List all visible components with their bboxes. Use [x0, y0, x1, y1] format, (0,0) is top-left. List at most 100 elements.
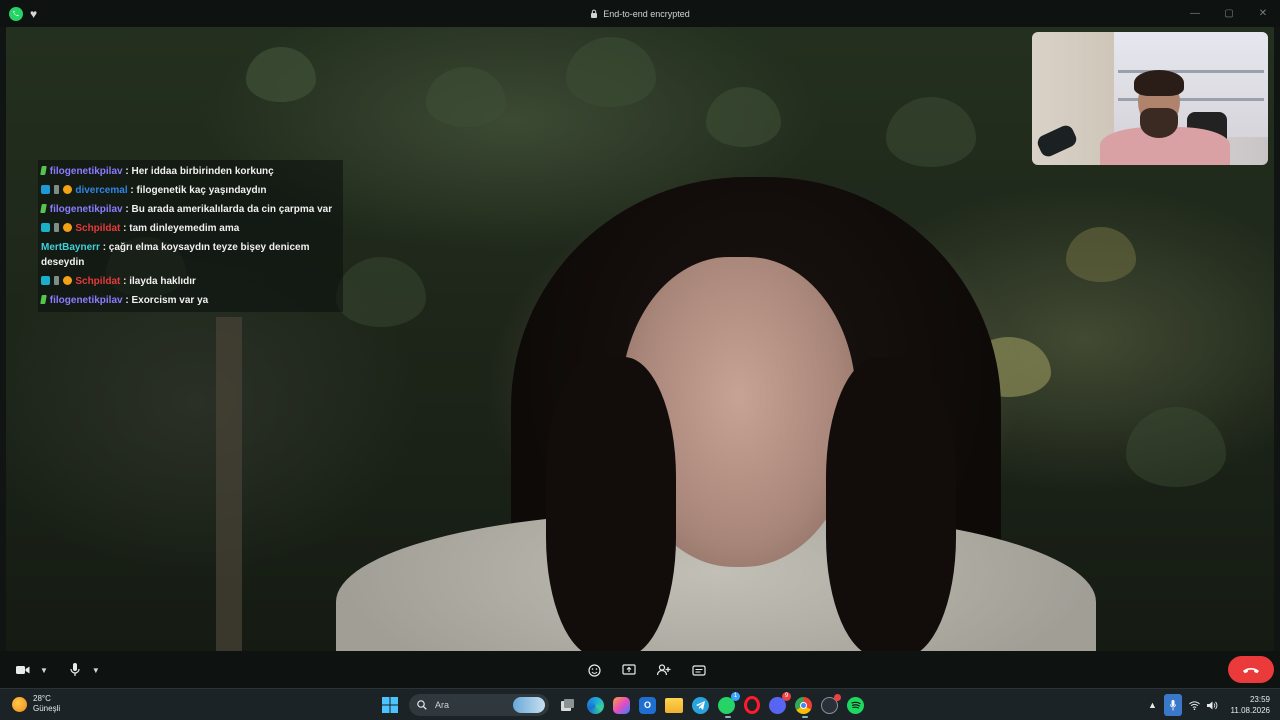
chat-username: Schpildat [75, 223, 121, 234]
search-highlight-image [513, 697, 545, 713]
copilot-icon[interactable] [613, 696, 630, 714]
chat-overlay: filogenetikpilav : Her iddaa birbirinden… [38, 160, 343, 312]
screen-share-icon[interactable] [618, 659, 640, 681]
chat-message: filogenetikpilav : Exorcism var ya [38, 291, 343, 310]
chat-username: MertBaynerr [41, 242, 100, 253]
chat-text: : Her iddaa birbirinden korkunç [125, 166, 274, 177]
lock-icon [591, 9, 598, 18]
maximize-button[interactable]: ▢ [1212, 0, 1246, 27]
notification-badge: 9 [782, 691, 791, 701]
microphone [1035, 123, 1079, 159]
person-hair [826, 357, 956, 651]
whatsapp-icon[interactable]: 1 [718, 691, 740, 718]
chat-text: : ilayda haklıdır [123, 276, 196, 287]
badge-icon [40, 295, 47, 304]
outlook-icon[interactable]: O [639, 696, 656, 714]
badge-icon [41, 223, 50, 232]
add-person-icon[interactable] [653, 659, 675, 681]
start-icon[interactable] [380, 695, 400, 715]
end-call-icon [1243, 667, 1259, 673]
background-foliage [336, 257, 426, 327]
badge-icon [62, 223, 72, 232]
badge-icon [41, 276, 50, 285]
chat-username: filogenetikpilav [49, 295, 123, 306]
chat-text: : Exorcism var ya [125, 295, 209, 306]
search-placeholder: Ara [435, 700, 450, 710]
person-hair [1134, 70, 1184, 96]
chat-text: : filogenetik kaç yaşındaydın [130, 185, 267, 196]
person-hair [546, 357, 676, 651]
end-call-button[interactable] [1228, 656, 1274, 683]
chat-message: filogenetikpilav : Bu arada amerikalılar… [38, 200, 343, 219]
search-icon [417, 700, 427, 710]
background-foliage [1066, 227, 1136, 282]
steam-icon[interactable] [821, 693, 841, 714]
discord-icon[interactable]: 9 [769, 691, 791, 714]
taskbar-clock[interactable]: 23:59 11.08.2026 [1226, 694, 1270, 716]
sun-icon [12, 696, 27, 712]
background-foliage [246, 47, 316, 102]
microphone-in-use-icon[interactable] [1163, 694, 1182, 716]
chat-username: filogenetikpilav [49, 166, 123, 177]
opera-icon[interactable] [744, 696, 760, 714]
badge-icon [53, 223, 59, 232]
badge-icon [62, 276, 72, 285]
badge-icon [41, 185, 50, 194]
system-tray: ▲ [1148, 693, 1218, 717]
spotify-icon[interactable] [847, 696, 864, 714]
badge-icon [40, 204, 47, 213]
camera-icon[interactable] [12, 659, 34, 681]
call-controls: ▼ ▼ [0, 651, 1280, 688]
emoji-icon[interactable] [583, 659, 605, 681]
badge-icon [53, 276, 59, 285]
background-foliage [1126, 407, 1226, 487]
badge-icon [62, 185, 72, 194]
clock-time: 23:59 [1249, 695, 1270, 704]
weather-widget[interactable]: 28°C Güneşli [12, 694, 60, 714]
background-foliage [426, 67, 506, 127]
chat-message: Schpildat : tam dinleyemedim ama [38, 219, 343, 238]
chat-message: divercemal : filogenetik kaç yaşındaydın [38, 181, 343, 200]
notification-badge: 1 [731, 691, 740, 701]
volume-icon[interactable] [1206, 701, 1218, 710]
whatsapp-call-window: ♥ End-to-end encrypted — ▢ ✕ filogenetik… [0, 0, 1280, 688]
edge-icon[interactable] [587, 696, 604, 714]
chevron-up-icon[interactable]: ▲ [1148, 700, 1157, 710]
telegram-icon[interactable] [692, 696, 709, 714]
chat-text: : tam dinleyemedim ama [123, 223, 240, 234]
wooden-post [216, 317, 242, 651]
chat-text: : Bu arada amerikalılarda da cin çarpma … [125, 204, 333, 215]
microphone-icon[interactable] [64, 659, 86, 681]
chat-message: filogenetikpilav : Her iddaa birbirinden… [38, 162, 343, 181]
encryption-text: End-to-end encrypted [603, 8, 690, 19]
task-view-icon[interactable] [558, 695, 578, 715]
captions-icon[interactable] [688, 659, 710, 681]
chat-username: filogenetikpilav [49, 204, 123, 215]
close-button[interactable]: ✕ [1246, 0, 1280, 27]
encryption-status: End-to-end encrypted [0, 0, 1280, 27]
chevron-down-icon[interactable]: ▼ [92, 666, 100, 675]
self-view-video[interactable] [1032, 32, 1268, 165]
badge-icon [40, 166, 47, 175]
weather-condition: Güneşli [33, 704, 61, 713]
person-beard [1140, 108, 1178, 138]
background-foliage [566, 37, 656, 107]
title-bar: ♥ End-to-end encrypted — ▢ ✕ [0, 0, 1280, 27]
wifi-icon[interactable] [1189, 700, 1200, 710]
weather-temp: 28°C [33, 694, 51, 703]
chrome-icon[interactable] [795, 696, 812, 718]
badge-icon [53, 185, 59, 194]
chevron-down-icon[interactable]: ▼ [40, 666, 48, 675]
clock-date: 11.08.2026 [1230, 706, 1270, 715]
chat-message: MertBaynerr : çağrı elma koysaydın teyze… [38, 238, 343, 272]
windows-taskbar: 28°C Güneşli Ara O 1 9 ▲ 23:59 11.08.202… [0, 688, 1280, 720]
minimize-button[interactable]: — [1178, 0, 1212, 27]
shelf [1118, 70, 1264, 73]
taskbar-search[interactable]: Ara [409, 694, 549, 716]
chat-message: Schpildat : ilayda haklıdır [38, 272, 343, 291]
chat-username: Schpildat [75, 276, 121, 287]
file-explorer-icon[interactable] [665, 697, 683, 713]
chat-username: divercemal [75, 185, 128, 196]
background-foliage [706, 87, 781, 147]
background-foliage [886, 97, 976, 167]
